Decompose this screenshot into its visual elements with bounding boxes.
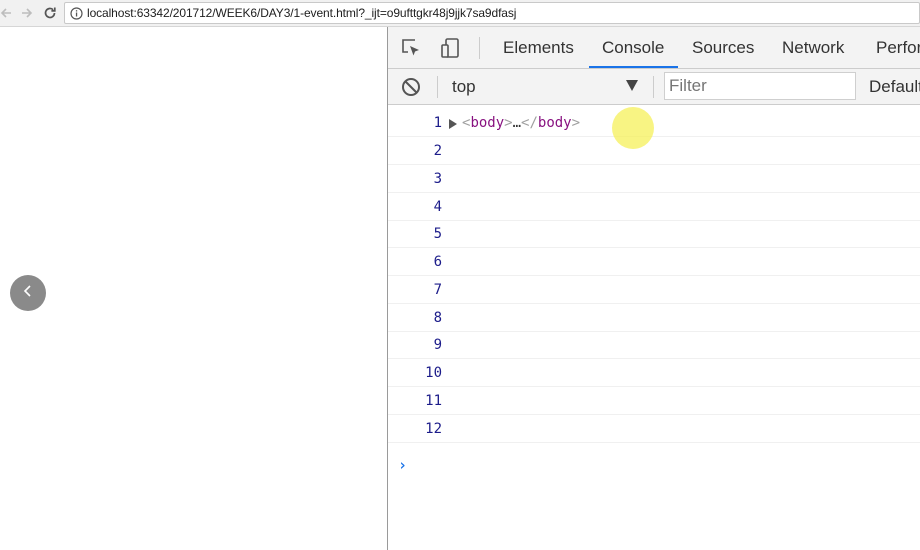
inspect-element-icon[interactable] [400,37,422,59]
line-number: 8 [433,310,442,326]
device-toolbar-icon[interactable] [440,37,462,59]
console-row: 7 [388,276,920,304]
tag-bracket: </ [521,115,538,131]
tab-network[interactable]: Network [782,27,844,68]
toolbar-separator [653,76,654,98]
console-row: 6 [388,248,920,276]
line-number: 11 [425,393,442,409]
console-row: 10 [388,359,920,387]
console-row: 11 [388,387,920,415]
devtools-panel: Elements Console Sources Network Perfor … [388,27,920,550]
console-toolbar: top Default [388,69,920,105]
tab-performance[interactable]: Perfor [876,27,920,68]
arrow-left-icon[interactable] [0,3,16,23]
clear-console-icon[interactable] [401,77,421,97]
console-row: 9 [388,331,920,359]
tab-console[interactable]: Console [602,27,664,68]
line-number: 2 [433,143,442,159]
chevron-left-icon [22,284,34,303]
dropdown-arrow-icon[interactable] [626,80,638,91]
filter-input[interactable] [664,72,856,100]
line-number: 10 [425,365,442,381]
console-output: 1 <body>…</body> 2 3 4 5 6 7 8 9 10 11 1… [388,105,920,550]
line-number: 1 [433,115,442,131]
collapsed-ellipsis: … [512,115,522,131]
slide-back-button[interactable] [10,275,46,311]
line-number: 6 [433,254,442,270]
devtools-tabbar: Elements Console Sources Network Perfor [388,27,920,69]
browser-toolbar: localhost:63342/201712/WEEK6/DAY3/1-even… [0,0,920,27]
active-tab-indicator [589,66,678,68]
tag-bracket: > [571,115,581,131]
line-number: 7 [433,282,442,298]
console-row: 3 [388,165,920,193]
tag-name: body [537,115,572,131]
tag-name: body [470,115,505,131]
tab-elements[interactable]: Elements [503,27,574,68]
console-row: 2 [388,137,920,165]
console-row: 12 [388,415,920,443]
line-number: 12 [425,421,442,437]
element-node[interactable]: <body>…</body> [462,107,654,149]
console-row: 5 [388,220,920,248]
address-bar[interactable]: localhost:63342/201712/WEEK6/DAY3/1-even… [64,2,920,24]
arrow-right-icon[interactable] [17,3,37,23]
line-number: 4 [433,199,442,215]
tag-bracket: > [504,115,513,131]
line-number: 9 [433,337,442,353]
page-viewport [0,27,387,550]
console-prompt-chevron-icon[interactable]: › [398,456,407,474]
toolbar-separator [437,76,438,98]
line-number: 5 [433,226,442,242]
info-icon[interactable] [70,6,83,20]
expand-triangle-icon[interactable] [449,119,457,129]
console-row: 4 [388,193,920,221]
tab-sources[interactable]: Sources [692,27,754,68]
reload-icon[interactable] [40,3,60,23]
console-row: 8 [388,304,920,332]
toolbar-separator [479,37,480,59]
context-selector[interactable]: top [452,69,476,104]
line-number: 3 [433,171,442,187]
log-levels-dropdown[interactable]: Default [869,69,920,104]
url-text: localhost:63342/201712/WEEK6/DAY3/1-even… [87,6,517,20]
console-row[interactable]: 1 <body>…</body> [388,107,920,149]
